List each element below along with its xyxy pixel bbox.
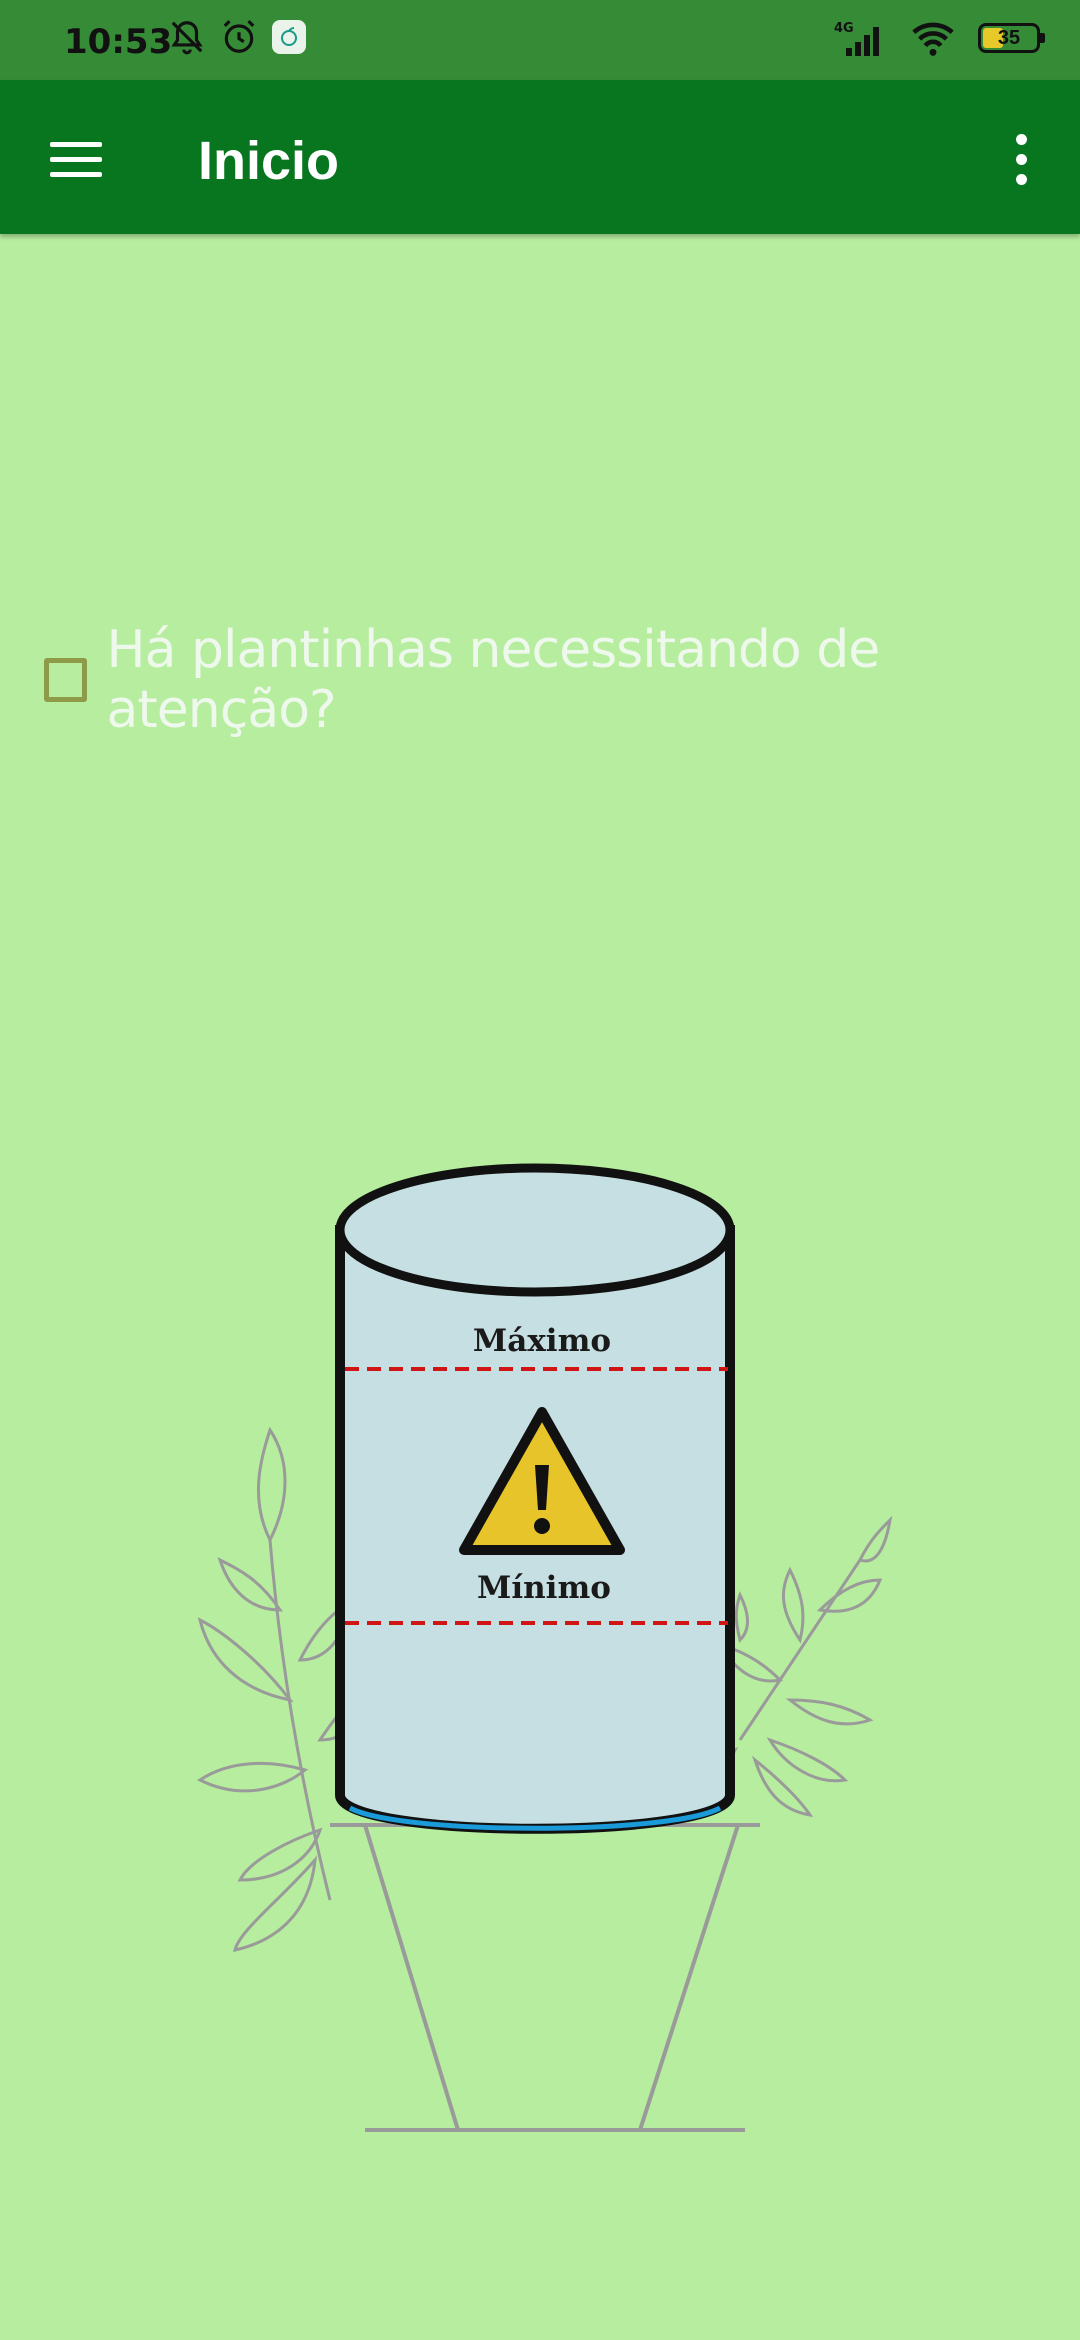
- tank-stand: [330, 1823, 760, 2132]
- hamburger-menu-icon[interactable]: [36, 124, 116, 194]
- wifi-icon: [912, 22, 954, 56]
- page-title: Inicio: [198, 131, 340, 191]
- tank-top: [335, 1163, 735, 1297]
- app-bar: Inicio: [0, 80, 1080, 234]
- battery-icon: 35: [978, 23, 1045, 53]
- app-notification-icon: [272, 20, 306, 54]
- status-icons-left: [168, 18, 306, 56]
- signal-4g-icon: 4G: [834, 21, 879, 56]
- alarm-icon: [223, 20, 255, 53]
- status-bar: 10:53 4G 35: [0, 0, 1080, 80]
- water-tank-illustration: Máximo Mínimo: [197, 1163, 893, 2132]
- attention-checkbox[interactable]: [44, 658, 87, 702]
- status-icons-right: 4G 35: [832, 18, 1045, 58]
- max-level-label: Máximo: [473, 1323, 611, 1359]
- svg-text:4G: 4G: [834, 21, 854, 36]
- attention-checkbox-label[interactable]: Há plantinhas necessitando de atenção?: [107, 620, 1080, 740]
- status-time: 10:53: [64, 22, 173, 62]
- min-level-label: Mínimo: [477, 1570, 611, 1606]
- attention-checkbox-row[interactable]: Há plantinhas necessitando de atenção?: [44, 620, 1080, 740]
- battery-level: 35: [997, 26, 1021, 49]
- more-vertical-icon[interactable]: [998, 124, 1044, 194]
- mute-bell-icon: [171, 21, 203, 55]
